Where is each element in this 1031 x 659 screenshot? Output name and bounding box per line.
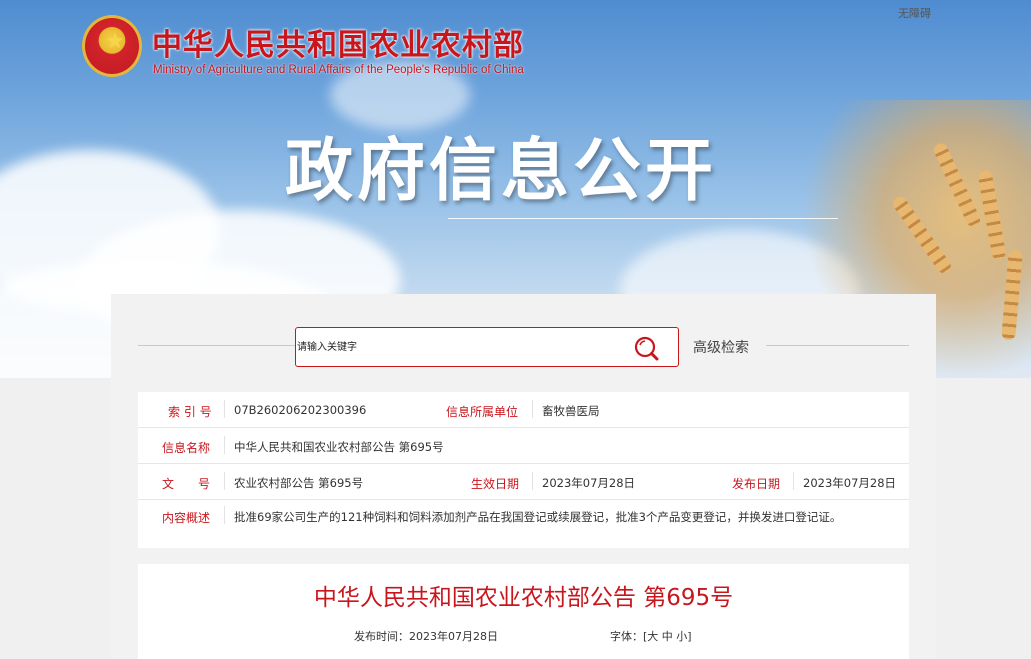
column-separator bbox=[224, 472, 225, 490]
info-table: 索 引 号 07B260206202300396 信息所属单位 畜牧兽医局 信息… bbox=[138, 392, 909, 548]
advanced-search-link[interactable]: 高级检索 bbox=[693, 337, 749, 357]
article-title: 中华人民共和国农业农村部公告 第695号 bbox=[313, 585, 734, 611]
effective-date-value: 2023年07月28日 bbox=[542, 476, 636, 490]
font-bracket-close: ] bbox=[687, 630, 692, 643]
column-separator bbox=[224, 436, 225, 454]
column-separator bbox=[224, 506, 225, 524]
ministry-name-en: Ministry of Agriculture and Rural Affair… bbox=[153, 64, 524, 76]
article-content: 中华人民共和国农业农村部公告 第695号 发布时间：2023年07月28日 字体… bbox=[138, 564, 909, 659]
search-input[interactable] bbox=[297, 336, 617, 358]
column-separator bbox=[532, 472, 533, 490]
info-row-docno: 文 号 农业农村部公告 第695号 生效日期 2023年07月28日 发布日期 … bbox=[138, 464, 909, 500]
font-size-large[interactable]: 大 bbox=[647, 630, 658, 643]
column-separator bbox=[532, 400, 533, 418]
national-emblem-icon: ★ bbox=[82, 15, 142, 77]
publish-date-label: 发布日期 bbox=[732, 477, 781, 491]
docno-label: 文 号 bbox=[162, 477, 211, 491]
index-value: 07B260206202300396 bbox=[234, 403, 367, 417]
publish-time-label: 发布时间： bbox=[354, 630, 409, 643]
publish-date-value: 2023年07月28日 bbox=[803, 476, 897, 490]
name-label: 信息名称 bbox=[162, 441, 211, 455]
font-size-medium[interactable]: 中 bbox=[662, 630, 673, 643]
search-divider-left bbox=[138, 345, 295, 346]
hero-divider bbox=[448, 218, 838, 219]
docno-value: 农业农村部公告 第695号 bbox=[234, 476, 364, 490]
effective-date-label: 生效日期 bbox=[471, 477, 520, 491]
summary-label: 内容概述 bbox=[162, 511, 211, 525]
info-row-summary: 内容概述 批准69家公司生产的121种饲料和饲料添加剂产品在我国登记或续展登记，… bbox=[138, 500, 909, 548]
star-icon: ★ bbox=[105, 29, 125, 54]
search-button[interactable] bbox=[632, 335, 662, 361]
info-row-name: 信息名称 中华人民共和国农业农村部公告 第695号 bbox=[138, 428, 909, 464]
column-separator bbox=[793, 472, 794, 490]
search-box bbox=[295, 327, 679, 367]
font-size-control: 字体：[大 中 小] bbox=[610, 628, 692, 644]
dept-label: 信息所属单位 bbox=[446, 405, 519, 419]
column-separator bbox=[224, 400, 225, 418]
index-label: 索 引 号 bbox=[168, 405, 212, 419]
publish-time-value: 2023年07月28日 bbox=[409, 630, 498, 643]
dept-value: 畜牧兽医局 bbox=[542, 404, 600, 418]
font-size-small[interactable]: 小 bbox=[676, 630, 687, 643]
summary-value: 批准69家公司生产的121种饲料和饲料添加剂产品在我国登记或续展登记，批准3个产… bbox=[234, 510, 842, 524]
search-divider-right bbox=[766, 345, 909, 346]
publish-time: 发布时间：2023年07月28日 bbox=[354, 628, 498, 644]
hero-title: 政府信息公开 bbox=[285, 132, 718, 211]
info-row-index: 索 引 号 07B260206202300396 信息所属单位 畜牧兽医局 bbox=[138, 392, 909, 428]
main-card: 高级检索 索 引 号 07B260206202300396 信息所属单位 畜牧兽… bbox=[111, 294, 936, 659]
search-icon bbox=[634, 336, 659, 361]
accessibility-link[interactable]: 无障碍 bbox=[898, 5, 931, 21]
font-size-label: 字体： bbox=[610, 630, 643, 643]
name-value: 中华人民共和国农业农村部公告 第695号 bbox=[234, 440, 444, 454]
ministry-name-cn: 中华人民共和国农业农村部 bbox=[152, 28, 524, 63]
